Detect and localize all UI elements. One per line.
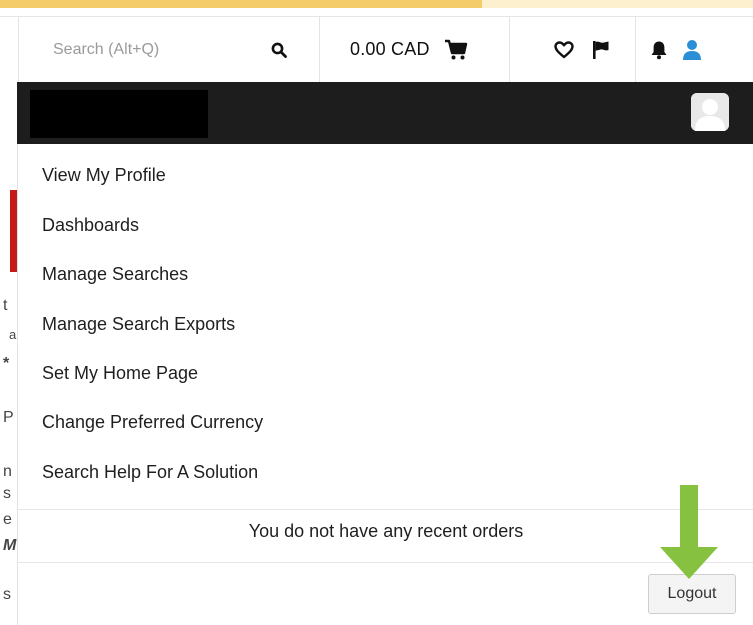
flag-icon[interactable] [592, 40, 610, 60]
annotation-arrow-icon [660, 485, 718, 579]
background-text-fragment: t [3, 297, 8, 314]
background-text-fragment: a [9, 327, 17, 342]
loading-progress-bar [0, 0, 482, 8]
favorites-group [510, 16, 636, 83]
user-account-bar [17, 82, 753, 144]
menu-item-manage-searches[interactable]: Manage Searches [42, 264, 188, 285]
cart-button[interactable]: 0.00 CAD [320, 16, 510, 83]
background-text-fragment: * [3, 355, 10, 372]
recent-orders-message: You do not have any recent orders [248, 521, 524, 541]
menu-item-change-currency[interactable]: Change Preferred Currency [42, 412, 263, 433]
menu-divider [18, 562, 753, 563]
background-text-fragment: M [3, 537, 17, 554]
bell-icon[interactable] [650, 40, 668, 60]
menu-item-search-help[interactable]: Search Help For A Solution [42, 462, 258, 483]
screenshot-stage: 0.00 CAD [0, 0, 753, 625]
menu-item-dashboards[interactable]: Dashboards [42, 215, 139, 236]
redacted-username [30, 90, 208, 138]
user-group [636, 17, 753, 83]
search-box[interactable] [18, 16, 320, 83]
heart-icon[interactable] [554, 40, 574, 59]
menu-item-set-home-page[interactable]: Set My Home Page [42, 363, 198, 384]
top-toolbar: 0.00 CAD [0, 16, 753, 83]
cart-total: 0.00 CAD [350, 39, 430, 59]
menu-divider [18, 509, 753, 510]
menu-item-view-profile[interactable]: View My Profile [42, 165, 166, 186]
account-dropdown-menu: View My Profile Dashboards Manage Search… [17, 144, 753, 625]
menu-item-manage-search-exports[interactable]: Manage Search Exports [42, 314, 235, 335]
background-text-fragment: s [3, 485, 11, 502]
background-text-fragment: s [3, 586, 11, 603]
background-text-fragment: n [3, 463, 12, 480]
top-loading-track [0, 0, 753, 8]
avatar[interactable] [691, 93, 729, 131]
search-icon[interactable] [271, 42, 287, 58]
background-text-fragment: P [3, 409, 14, 426]
search-input[interactable] [53, 40, 243, 59]
cart-icon [444, 39, 468, 61]
user-icon[interactable] [682, 39, 702, 61]
background-text-fragment: e [3, 511, 12, 528]
avatar-placeholder-icon [691, 93, 729, 131]
